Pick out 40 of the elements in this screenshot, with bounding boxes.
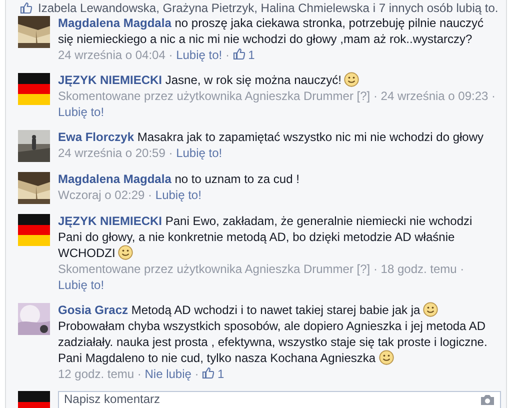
- comment-text: Ewa Florczyk Masakra jak to zapamiętać wszystko nic mi nie wchodzi do głowy: [58, 129, 485, 145]
- comment-meta: Skomentowane przez użytkownika Agnieszka Drummer [?] · 24 września o 09:23 ·: [58, 89, 496, 103]
- author-link[interactable]: Magdalena Magdala: [58, 16, 172, 30]
- comment-meta: Skomentowane przez użytkownika Agnieszka Drummer [?] · 18 godz. temu ·: [58, 262, 464, 276]
- smiley-icon: [118, 245, 134, 260]
- flag-icon: [18, 73, 50, 105]
- like-count[interactable]: 1: [217, 367, 224, 381]
- comment-text: Gosia Gracz Metodą AD wchodzi i to nawet takiej starej babie jak ja Probowałam chyba wszystkich sposobów, ale dopiero Agnieszka i jej metoda AD zadziałały. nauka jest prosta , efektywna, wszystko staje się tak proste i logiczne. Pani Magdaleno to nie cud, tylko nasza Kochana Agnieszka: [58, 302, 488, 366]
- comment-meta: ·: [194, 367, 199, 381]
- comment-text: Magdalena Magdala no to uznam to za cud !: [58, 171, 300, 187]
- smiley-icon: [423, 302, 438, 317]
- like-count[interactable]: 1: [248, 48, 255, 62]
- comment-text: JĘZYK NIEMIECKI Pani Ewo, zakładam, że generalnie niemiecki nie wchodzi Pani do głowy, a nie konkretnie metodą AD, bo dzięki metodzie AD właśnie WCHODZI: [58, 213, 474, 261]
- author-link[interactable]: JĘZYK NIEMIECKI: [58, 73, 162, 87]
- comment-meta: 24 września o 04:04 ·: [58, 48, 173, 62]
- like-link[interactable]: Nie lubię: [144, 367, 192, 381]
- like-link[interactable]: Lubię to!: [176, 146, 222, 160]
- like-link[interactable]: Lubię to!: [58, 105, 104, 119]
- thumbs-up-icon: [20, 2, 32, 14]
- smiley-icon: [378, 350, 394, 365]
- flag-icon: [18, 214, 50, 246]
- thumbs-up-icon: [232, 48, 245, 60]
- thumbs-up-icon: [202, 367, 214, 379]
- smiley-icon: [344, 72, 360, 87]
- author-link[interactable]: Magdalena Magdala: [58, 172, 172, 186]
- comment-meta: Wczoraj o 02:29 ·: [58, 188, 152, 202]
- comment-text: JĘZYK NIEMIECKI Jasne, w rok się można nauczyć!: [58, 72, 496, 88]
- camera-icon[interactable]: [480, 394, 495, 406]
- likes-summary: Izabela Lewandowska, Grażyna Pietrzyk, Halina Chmielewska i 7 innych osób lubią to.: [38, 1, 498, 15]
- like-link[interactable]: Lubię to!: [58, 278, 104, 292]
- like-link[interactable]: Lubię to!: [176, 48, 222, 62]
- comment-meta: ·: [225, 48, 230, 62]
- author-link[interactable]: JĘZYK NIEMIECKI: [58, 214, 162, 228]
- author-link[interactable]: Ewa Florczyk: [58, 130, 134, 144]
- comment-meta: 12 godz. temu ·: [58, 367, 142, 381]
- comment-input[interactable]: Napisz komentarz: [58, 391, 501, 408]
- author-link[interactable]: Gosia Gracz: [58, 303, 128, 317]
- like-link[interactable]: Lubię to!: [155, 188, 202, 202]
- comment-text: Magdalena Magdala no proszę jaka ciekawa stronka, potrzebuję pilnie nauczyć się niemieckiego a nic a nic mi nie wchodzi do głowy ,mam aż rok..wystarczy?: [58, 15, 485, 47]
- comment-meta: 24 września o 20:59 ·: [58, 146, 173, 160]
